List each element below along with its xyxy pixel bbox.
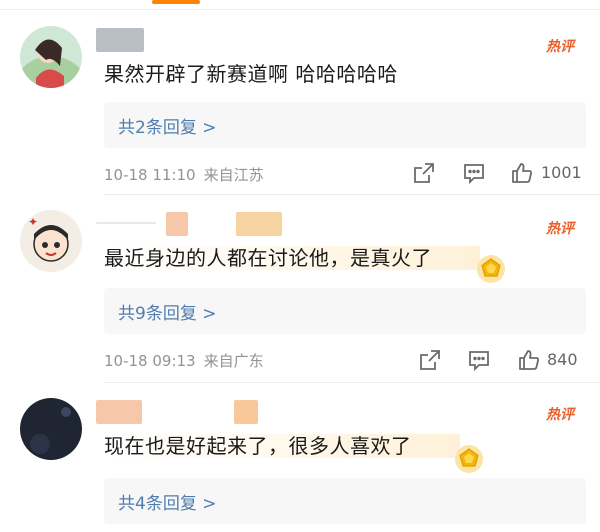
comment-source: 来自广东 <box>203 352 264 370</box>
like-count: 840 <box>547 350 578 369</box>
comment-date: 10-18 09:13 <box>104 352 196 370</box>
view-replies-link[interactable]: 共9条回复 > <box>118 299 216 324</box>
comment-meta: 10-18 11:10 来自江苏 <box>104 164 264 185</box>
hot-comment-label: 热评 <box>546 39 574 55</box>
comment-text: 现在也是好起来了，很多人喜欢了 <box>104 432 460 460</box>
comment-icon[interactable] <box>467 348 491 372</box>
top-tab-indicator <box>0 0 600 10</box>
hot-comment-label: 热评 <box>546 407 574 423</box>
comment-text: 果然开辟了新赛道啊 哈哈哈哈哈 <box>104 62 398 86</box>
gold-badge-icon <box>454 444 484 474</box>
comment-meta: 10-18 09:13 来自广东 <box>104 350 264 371</box>
comment-date: 10-18 11:10 <box>104 166 196 184</box>
replies-box[interactable]: 共4条回复 > <box>104 478 586 524</box>
thumb-up-icon[interactable] <box>510 161 534 185</box>
gold-badge-icon <box>476 254 506 284</box>
comment-source: 来自江苏 <box>203 166 264 184</box>
replies-box[interactable]: 共9条回复 > <box>104 288 586 334</box>
avatar[interactable] <box>20 398 82 460</box>
thumb-up-icon[interactable] <box>517 348 541 372</box>
avatar[interactable]: ✦ <box>20 210 82 272</box>
comment-divider <box>104 382 600 383</box>
hot-comment-label: 热评 <box>546 221 574 237</box>
like-count: 1001 <box>541 163 582 182</box>
share-icon[interactable] <box>412 161 436 185</box>
svg-text:✦: ✦ <box>28 215 38 229</box>
avatar[interactable] <box>20 26 82 88</box>
comment-icon[interactable] <box>462 161 486 185</box>
share-icon[interactable] <box>418 348 442 372</box>
replies-box[interactable]: 共2条回复 > <box>104 102 586 148</box>
header-divider <box>0 9 600 10</box>
comment-text: 最近身边的人都在讨论他，是真火了 <box>104 244 480 272</box>
active-tab-underline <box>152 0 200 4</box>
comment-divider <box>104 194 600 195</box>
view-replies-link[interactable]: 共2条回复 > <box>118 113 216 138</box>
view-replies-link[interactable]: 共4条回复 > <box>118 489 216 514</box>
